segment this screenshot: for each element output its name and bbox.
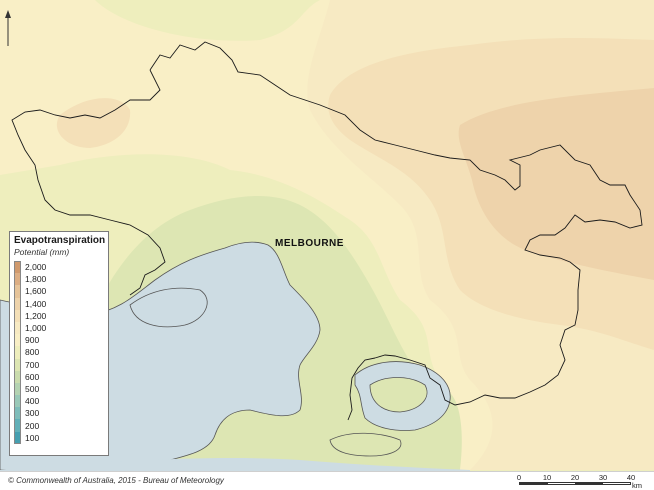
legend-label: 1,000 bbox=[25, 323, 47, 334]
legend-row: 1,400 bbox=[14, 297, 104, 310]
scale-segment bbox=[602, 483, 630, 484]
legend-row: 100 bbox=[14, 431, 104, 444]
map-footer: © Commonwealth of Australia, 2015 - Bure… bbox=[0, 471, 654, 490]
legend-label: 2,000 bbox=[25, 262, 47, 273]
legend-row: 600 bbox=[14, 370, 104, 383]
legend-row: 200 bbox=[14, 419, 104, 432]
legend-row: 2,000 bbox=[14, 261, 104, 274]
scale-segment bbox=[520, 483, 548, 484]
map-legend: Evapotranspiration Potential (mm) 2,000 1… bbox=[9, 231, 109, 456]
legend-swatch bbox=[14, 419, 21, 432]
legend-row: 1,800 bbox=[14, 273, 104, 286]
legend-swatch bbox=[14, 382, 21, 396]
legend-row: 300 bbox=[14, 407, 104, 420]
legend-swatch bbox=[14, 334, 21, 347]
legend-label: 200 bbox=[25, 420, 40, 431]
legend-label: 1,400 bbox=[25, 298, 47, 309]
legend-label: 300 bbox=[25, 408, 40, 419]
melbourne-label: MELBOURNE bbox=[275, 238, 344, 249]
legend-row: 800 bbox=[14, 346, 104, 359]
legend-row: 1,200 bbox=[14, 309, 104, 322]
scale-segments bbox=[519, 482, 631, 485]
legend-row: 700 bbox=[14, 358, 104, 371]
legend-label: 900 bbox=[25, 335, 40, 346]
legend-swatch bbox=[14, 309, 21, 322]
legend-row: 1,600 bbox=[14, 285, 104, 298]
legend-title: Evapotranspiration bbox=[14, 235, 106, 246]
map-frame: MELBOURNE Evapotranspiration Potential (… bbox=[0, 0, 654, 490]
scale-segment bbox=[547, 483, 575, 484]
legend-rows: 2,000 1,800 1,600 1,400 1,200 1,000 900 800 700 6… bbox=[14, 261, 104, 444]
legend-label: 1,600 bbox=[25, 286, 47, 297]
legend-row: 400 bbox=[14, 395, 104, 408]
scale-segment bbox=[575, 483, 603, 484]
north-arrow-icon bbox=[5, 10, 11, 46]
legend-swatch bbox=[14, 407, 21, 420]
scale-tick-label: 10 bbox=[542, 473, 552, 482]
legend-swatch bbox=[14, 395, 21, 408]
legend-swatch bbox=[14, 370, 21, 383]
legend-label: 1,800 bbox=[25, 274, 47, 285]
legend-row: 900 bbox=[14, 334, 104, 347]
scale-unit: km bbox=[632, 481, 642, 490]
legend-label: 800 bbox=[25, 347, 40, 358]
legend-swatch bbox=[14, 285, 21, 298]
legend-label: 1,200 bbox=[25, 310, 47, 321]
scale-tick-label: 20 bbox=[570, 473, 580, 482]
legend-label: 600 bbox=[25, 371, 40, 382]
legend-swatch bbox=[14, 358, 21, 371]
legend-swatch bbox=[14, 346, 21, 359]
legend-swatch bbox=[14, 431, 21, 444]
legend-swatch bbox=[14, 273, 21, 286]
scale-bar: 0 10 20 30 40 km bbox=[515, 472, 650, 490]
scale-tick-label: 30 bbox=[598, 473, 608, 482]
legend-label: 400 bbox=[25, 396, 40, 407]
legend-swatch bbox=[14, 297, 21, 310]
legend-label: 700 bbox=[25, 359, 40, 370]
legend-subtitle: Potential (mm) bbox=[14, 247, 70, 257]
legend-label: 500 bbox=[25, 383, 40, 394]
legend-label: 100 bbox=[25, 432, 40, 443]
legend-row: 1,000 bbox=[14, 321, 104, 335]
scale-tick-label: 0 bbox=[516, 473, 522, 482]
legend-swatch bbox=[14, 321, 21, 335]
copyright-notice: © Commonwealth of Australia, 2015 - Bure… bbox=[8, 476, 224, 485]
legend-swatch bbox=[14, 261, 21, 274]
legend-row: 500 bbox=[14, 382, 104, 396]
